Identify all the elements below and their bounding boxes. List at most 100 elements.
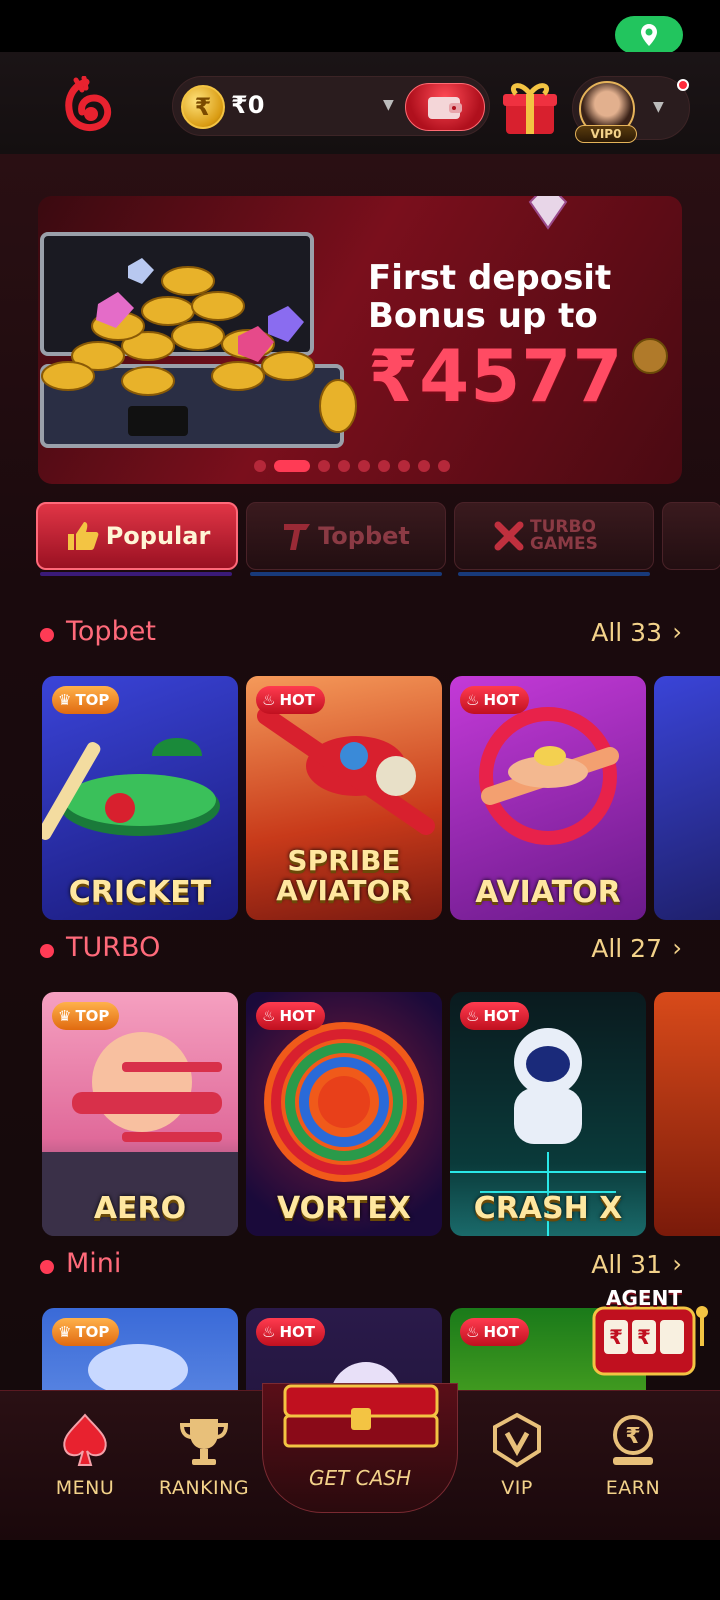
top-badge: ♛ TOP (52, 1318, 120, 1346)
banner-subheadline: Bonus up to (368, 296, 598, 336)
carousel-indicator[interactable] (254, 460, 450, 472)
carousel-dot[interactable] (274, 460, 310, 472)
nav-ranking[interactable]: RANKING (149, 1411, 259, 1511)
crown-icon: ♛ (58, 1323, 72, 1341)
bottom-nav: MENU RANKING GET CASH VIP ₹ EARN (0, 1383, 720, 1540)
view-all-link[interactable]: All 33 (591, 618, 662, 647)
svg-text:₹: ₹ (637, 1325, 651, 1349)
tab-turbo-games[interactable]: TURBO GAMES (454, 502, 654, 570)
tab-label: Topbet (318, 522, 410, 550)
game-title: AVIATOR (475, 875, 621, 910)
nav-vip[interactable]: VIP (462, 1411, 572, 1511)
nav-menu[interactable]: MENU (30, 1411, 140, 1511)
system-nav-bar (0, 1540, 720, 1600)
game-card-spribe-aviator[interactable]: ♨ HOT SPRIBE AVIATOR (246, 676, 442, 920)
spade-icon (63, 1413, 107, 1466)
profile-selector[interactable]: VIP0 ▼ (572, 76, 690, 143)
carousel-dot[interactable] (254, 460, 266, 472)
tab-divider (250, 572, 442, 576)
game-card-mini-2[interactable]: ♨ HOT (246, 1308, 442, 1390)
view-all-link[interactable]: All 27 (591, 934, 662, 963)
bullet-icon (40, 944, 54, 958)
badge-label: TOP (75, 1323, 110, 1341)
game-card-partial[interactable] (654, 992, 720, 1236)
hot-badge: ♨ HOT (460, 1002, 529, 1030)
carousel-dot[interactable] (438, 460, 450, 472)
nav-earn[interactable]: ₹ EARN (578, 1411, 688, 1511)
badge-label: TOP (75, 691, 110, 709)
agent-label: AGENT (606, 1286, 682, 1310)
location-indicator (615, 16, 683, 54)
category-tabs: Popular Topbet TURBO GAMES (28, 502, 720, 576)
game-title: SPRIBE AVIATOR (246, 846, 442, 906)
carousel-dot[interactable] (318, 460, 330, 472)
hot-badge: ♨ HOT (460, 1318, 529, 1346)
chevron-right-icon[interactable]: › (672, 1250, 682, 1278)
svg-text:₹: ₹ (625, 1424, 640, 1449)
flame-icon: ♨ (262, 1007, 276, 1025)
tab-label: Popular (105, 522, 211, 550)
app-logo[interactable] (62, 75, 112, 134)
treasure-chest-image (40, 232, 357, 448)
view-all-link[interactable]: All 31 (591, 1250, 662, 1279)
nav-label: VIP (501, 1477, 533, 1499)
nav-label: EARN (605, 1477, 661, 1499)
crown-icon: ♛ (58, 691, 72, 709)
carousel-dot[interactable] (358, 460, 370, 472)
balance-amount: ₹0 (231, 91, 265, 119)
flame-icon: ♨ (262, 1323, 276, 1341)
tab-next[interactable] (662, 502, 720, 570)
game-title: VORTEX (276, 1191, 412, 1226)
wallet-button[interactable] (405, 83, 485, 131)
rupee-coin-icon: ₹ (613, 1415, 653, 1465)
tab-divider (458, 572, 650, 576)
app-header: ₹ ₹0 ▼ VIP0 ▼ (0, 52, 720, 154)
section-header-topbet: Topbet All 33 › (38, 614, 682, 654)
game-card-aviator[interactable]: ♨ HOT AVIATOR (450, 676, 646, 920)
chevron-down-icon[interactable]: ▼ (653, 99, 664, 115)
game-title: CRASH X (473, 1191, 623, 1226)
promo-banner[interactable]: First deposit Bonus up to ₹4577 (38, 196, 682, 484)
svg-text:₹: ₹ (609, 1325, 623, 1349)
location-pin-icon (641, 24, 657, 46)
game-card-mini-1[interactable]: ♛ TOP (42, 1308, 238, 1390)
game-card-aero[interactable]: ♛ TOP AERO (42, 992, 238, 1236)
tab-topbet[interactable]: Topbet (246, 502, 446, 570)
game-title: AERO (93, 1191, 187, 1226)
section-title: Topbet (66, 616, 156, 647)
flame-icon: ♨ (466, 691, 480, 709)
balance-selector[interactable]: ₹ ₹0 ▼ (172, 76, 490, 136)
notification-dot (677, 79, 689, 91)
top-badge: ♛ TOP (52, 1002, 120, 1030)
game-card-partial[interactable] (654, 676, 720, 920)
trophy-icon (179, 1419, 229, 1465)
tab-popular[interactable]: Popular (36, 502, 238, 570)
top-badge: ♛ TOP (52, 686, 120, 714)
nav-get-cash[interactable]: GET CASH (262, 1383, 458, 1513)
carousel-dot[interactable] (398, 460, 410, 472)
game-card-crash-x[interactable]: ♨ HOT CRASH X (450, 992, 646, 1236)
carousel-dot[interactable] (418, 460, 430, 472)
nav-label: MENU (55, 1477, 115, 1499)
carousel-dot[interactable] (338, 460, 350, 472)
main-content[interactable]: First deposit Bonus up to ₹4577 Popular … (0, 154, 720, 1390)
banner-bonus-amount: ₹4577 (368, 334, 624, 418)
agent-button[interactable]: ₹ ₹ AGENT (586, 1286, 716, 1386)
chevron-down-icon[interactable]: ▼ (383, 97, 394, 113)
hot-badge: ♨ HOT (256, 1318, 325, 1346)
wallet-icon (428, 97, 462, 119)
badge-label: HOT (483, 1323, 519, 1341)
game-row-topbet: ♛ TOP CRICKET ♨ HOT SPRIBE AVIATOR ♨ HOT AVI… (42, 676, 720, 920)
carousel-dot[interactable] (378, 460, 390, 472)
chevron-right-icon[interactable]: › (672, 934, 682, 962)
game-card-vortex[interactable]: ♨ HOT VORTEX (246, 992, 442, 1236)
badge-label: TOP (75, 1007, 110, 1025)
rupee-coin-icon: ₹ (181, 85, 225, 129)
game-card-cricket[interactable]: ♛ TOP CRICKET (42, 676, 238, 920)
chevron-right-icon[interactable]: › (672, 618, 682, 646)
tab-label: TURBO GAMES (530, 517, 598, 554)
diamond-icon (528, 196, 568, 230)
treasure-chest-icon (283, 1384, 439, 1448)
flame-icon: ♨ (262, 691, 276, 709)
gift-button[interactable] (500, 78, 560, 136)
